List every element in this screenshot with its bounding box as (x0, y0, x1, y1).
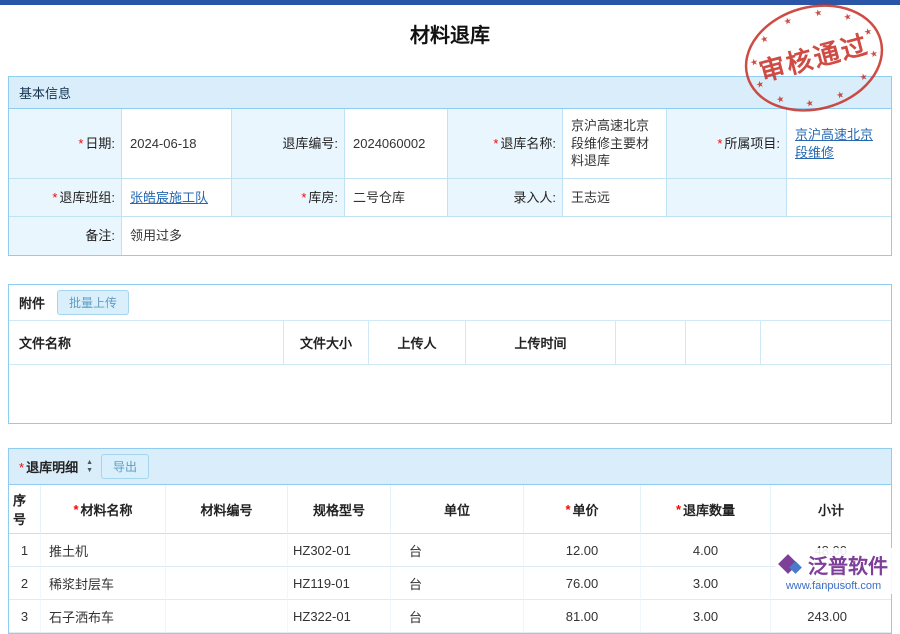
cell-material-code (166, 567, 288, 600)
detail-table: 序号 *材料名称 材料编号 规格型号 单位 *单价 *退库数量 小计 1 推土机… (9, 485, 891, 633)
col-header-material-code: 材料编号 (166, 485, 288, 534)
cell-seq: 1 (9, 534, 41, 567)
col-header-seq: 序号 (9, 485, 41, 534)
cell-price: 81.00 (524, 600, 641, 633)
basic-info-grid: *日期: 2024-06-18 退库编号: 2024060002 *退库名称: … (9, 109, 891, 255)
sort-icon[interactable]: ▲▼ (86, 459, 93, 474)
code-value: 2024060002 (345, 109, 448, 179)
name-value: 京沪高速北京段维修主要材料退库 (563, 109, 667, 179)
cell-price: 12.00 (524, 534, 641, 567)
vendor-logo: 泛普软件 www.fanpusoft.com (775, 548, 892, 594)
detail-title-wrap: *退库明细 (19, 457, 78, 476)
sort-up-icon: ▲ (86, 459, 93, 466)
entry-person-label: 录入人: (448, 179, 563, 217)
remark-label: 备注: (9, 217, 122, 255)
required-marker: * (493, 135, 498, 153)
warehouse-value: 二号仓库 (345, 179, 448, 217)
empty-value-cell (787, 179, 891, 217)
fanpu-logo-icon (779, 553, 803, 577)
attachments-table-header: 文件名称 文件大小 上传人 上传时间 (9, 321, 891, 365)
required-marker: * (78, 135, 83, 153)
required-marker: * (73, 502, 78, 517)
cell-unit: 台 (391, 534, 524, 567)
col-header-material-name-text: 材料名称 (81, 500, 133, 519)
basic-info-section: 基本信息 *日期: 2024-06-18 退库编号: 2024060002 *退… (8, 76, 892, 256)
project-value: 京沪高速北京段维修 (787, 109, 891, 179)
col-header-qty-text: 退库数量 (683, 500, 735, 519)
date-value: 2024-06-18 (122, 109, 232, 179)
empty-label-cell (667, 179, 787, 217)
required-marker: * (717, 135, 722, 153)
col-header-price-text: 单价 (573, 500, 599, 519)
cell-material-name: 推土机 (41, 534, 166, 567)
vendor-url[interactable]: www.fanpusoft.com (779, 580, 888, 592)
name-label-text: 退库名称: (500, 135, 556, 153)
attachments-header: 附件 批量上传 (9, 285, 891, 321)
cell-spec: HZ322-01 (288, 600, 391, 633)
col-header-empty (686, 321, 761, 365)
team-value: 张皓宸施工队 (122, 179, 232, 217)
required-marker: * (676, 502, 681, 517)
date-label: *日期: (9, 109, 122, 179)
cell-price: 76.00 (524, 567, 641, 600)
code-label: 退库编号: (232, 109, 345, 179)
required-marker: * (301, 189, 306, 207)
cell-material-code (166, 534, 288, 567)
vendor-logo-row: 泛普软件 (779, 550, 888, 579)
export-button[interactable]: 导出 (101, 454, 149, 479)
detail-section: *退库明细 ▲▼ 导出 序号 *材料名称 材料编号 规格型号 单位 *单价 *退… (8, 448, 892, 634)
required-marker: * (19, 460, 24, 475)
col-header-file-size: 文件大小 (284, 321, 369, 365)
basic-info-header: 基本信息 (9, 77, 891, 109)
name-label: *退库名称: (448, 109, 563, 179)
cell-spec: HZ119-01 (288, 567, 391, 600)
project-link[interactable]: 京沪高速北京段维修 (795, 126, 883, 161)
attachments-empty-area (9, 365, 891, 423)
team-link[interactable]: 张皓宸施工队 (130, 189, 208, 207)
col-header-price: *单价 (524, 485, 641, 534)
team-label-text: 退库班组: (59, 189, 115, 207)
col-header-qty: *退库数量 (641, 485, 771, 534)
col-header-uploader: 上传人 (369, 321, 466, 365)
cell-subtotal: 243.00 (771, 600, 891, 633)
vendor-name: 泛普软件 (808, 550, 888, 579)
cell-qty: 3.00 (641, 567, 771, 600)
required-marker: * (52, 189, 57, 207)
cell-spec: HZ302-01 (288, 534, 391, 567)
cell-material-name: 石子洒布车 (41, 600, 166, 633)
team-label: *退库班组: (9, 179, 122, 217)
cell-qty: 4.00 (641, 534, 771, 567)
col-header-unit: 单位 (391, 485, 524, 534)
cell-material-name: 稀浆封层车 (41, 567, 166, 600)
cell-material-code (166, 600, 288, 633)
col-header-material-name: *材料名称 (41, 485, 166, 534)
cell-qty: 3.00 (641, 600, 771, 633)
cell-unit: 台 (391, 600, 524, 633)
attachments-title: 附件 (19, 293, 45, 312)
warehouse-label-text: 库房: (308, 189, 338, 207)
cell-seq: 2 (9, 567, 41, 600)
warehouse-label: *库房: (232, 179, 345, 217)
col-header-subtotal: 小计 (771, 485, 891, 534)
attachments-section: 附件 批量上传 文件名称 文件大小 上传人 上传时间 (8, 284, 892, 424)
project-label: *所属项目: (667, 109, 787, 179)
col-header-file-name: 文件名称 (9, 321, 284, 365)
col-header-empty (761, 321, 891, 365)
page: 材料退库 ★ ★ ★ ★ ★ ★ ★ ★ ★ ★ ★ ★ 审核通过 基本信息 *… (0, 0, 900, 600)
project-label-text: 所属项目: (724, 135, 780, 153)
detail-header: *退库明细 ▲▼ 导出 (9, 449, 891, 485)
entry-person-value: 王志远 (563, 179, 667, 217)
date-label-text: 日期: (85, 135, 115, 153)
col-header-upload-time: 上传时间 (466, 321, 616, 365)
col-header-empty (616, 321, 686, 365)
required-marker: * (565, 502, 570, 517)
cell-seq: 3 (9, 600, 41, 633)
sort-down-icon: ▼ (86, 467, 93, 474)
page-title: 材料退库 (0, 5, 900, 76)
batch-upload-button[interactable]: 批量上传 (57, 290, 129, 315)
detail-title: 退库明细 (26, 460, 78, 475)
cell-unit: 台 (391, 567, 524, 600)
remark-value: 领用过多 (122, 217, 891, 255)
col-header-spec: 规格型号 (288, 485, 391, 534)
